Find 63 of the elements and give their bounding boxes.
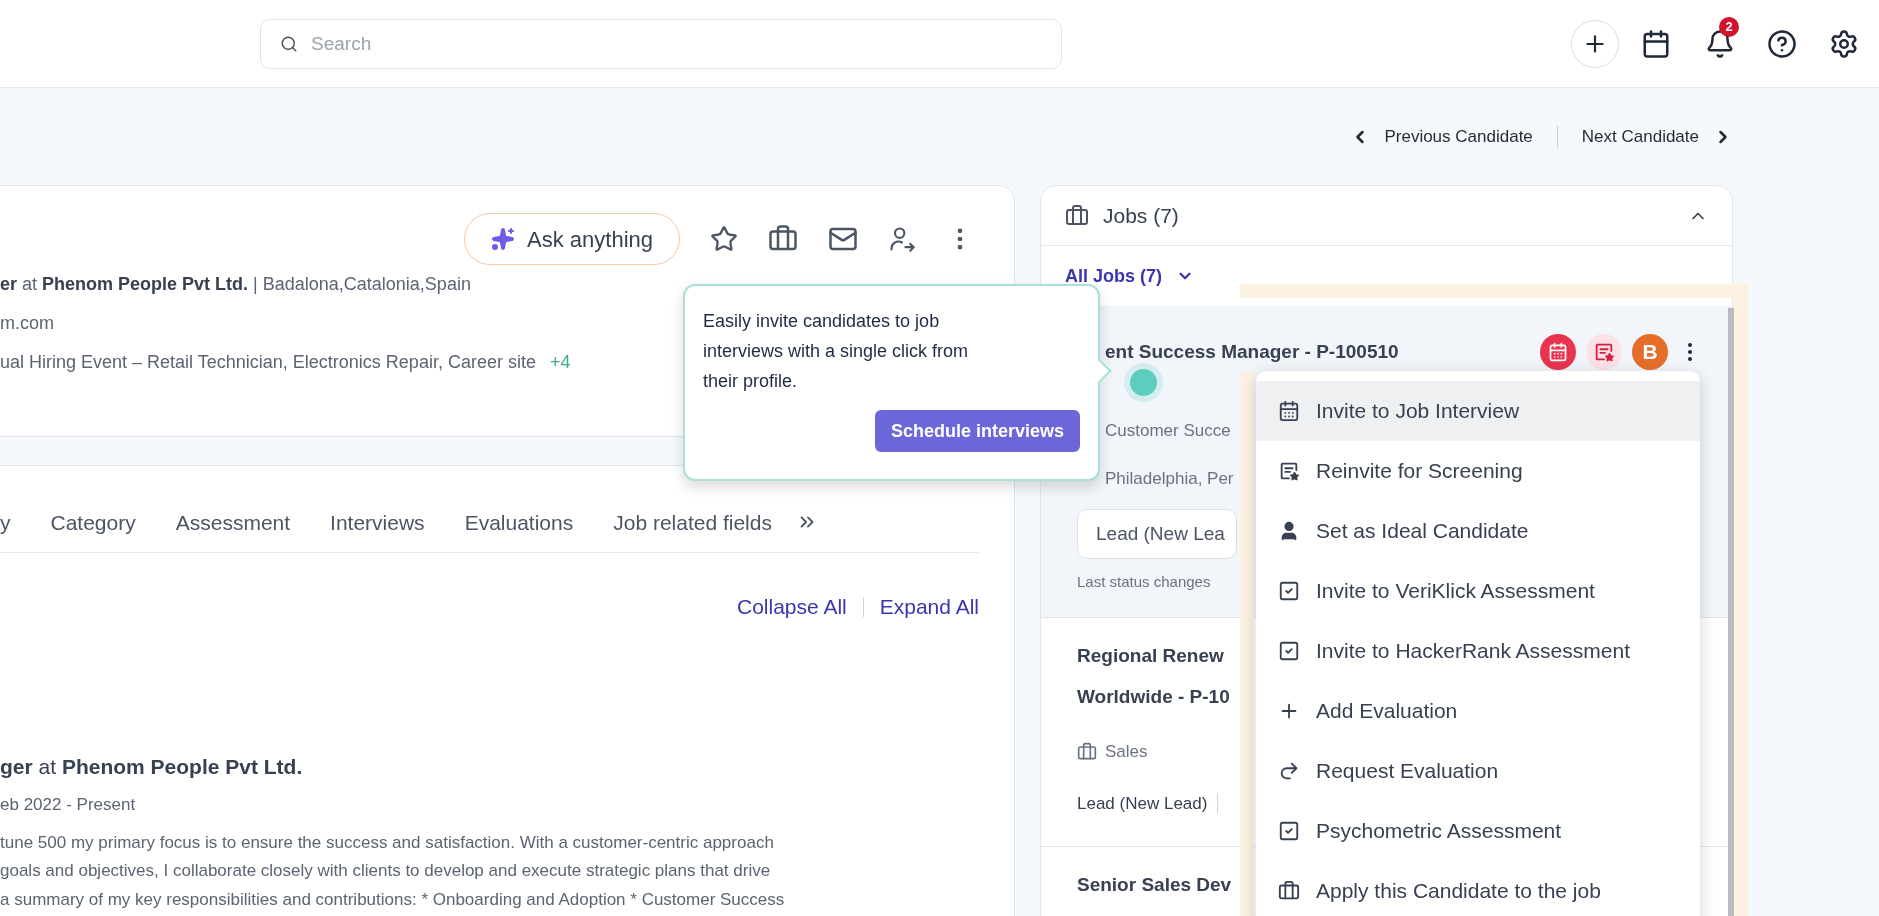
job-department: Sales (1105, 741, 1148, 763)
job-title: Regional Renew (1077, 644, 1224, 668)
checkbox-icon (1278, 640, 1300, 662)
menu-item[interactable]: Set as Ideal Candidate (1256, 501, 1700, 561)
job-status: Lead (New Lead) (1077, 792, 1208, 815)
tab[interactable]: Category (50, 506, 136, 538)
menu-item[interactable]: Reinvite for Screening (1256, 441, 1700, 501)
description-line: goals and objectives, I collaborate closely with clients to develop and execute strategic plans that drive (0, 860, 772, 882)
menu-item[interactable]: Invite to VeriKlick Assessment (1256, 561, 1700, 621)
menu-item[interactable]: Invite to Job Interview (1256, 381, 1700, 441)
briefcase-icon (1065, 203, 1089, 228)
job-location: Philadelphia, Per (1105, 467, 1234, 490)
schedule-interviews-button[interactable]: Schedule interviews (874, 410, 1080, 452)
jobs-title: Jobs (7) (1103, 202, 1179, 229)
help-icon[interactable] (1767, 28, 1797, 59)
menu-item[interactable]: Invite to HackerRank Assessment (1256, 621, 1700, 681)
calendar-icon[interactable] (1641, 28, 1671, 59)
tab[interactable]: y (0, 506, 11, 538)
tab[interactable]: Job related fields (613, 506, 772, 538)
briefcase-icon (1278, 880, 1300, 902)
description-line: a summary of my key responsibilities and contributions: * Onboarding and Adoption * Customer Success (0, 888, 786, 911)
all-jobs-filter[interactable]: All Jobs (7) (1065, 262, 1194, 290)
checkbox-icon (1278, 820, 1300, 842)
settings-icon[interactable] (1829, 28, 1859, 59)
menu-item[interactable]: Add Evaluation (1256, 681, 1700, 741)
profile-email: m.com (0, 312, 54, 335)
job-title: Worldwide - P-10 (1077, 684, 1230, 709)
more-sources-count: +4 (549, 351, 571, 374)
profile-sources: ual Hiring Event – Retail Technician, Electronics Repair, Career site (0, 351, 536, 374)
job-title: Senior Sales Dev (1077, 873, 1232, 897)
tooltip-text: Easily invite candidates to job interviews with a single click from their profile. (703, 310, 970, 393)
description-line: tune 500 my primary focus is to ensure the success and satisfaction. With a customer-centric approach (0, 831, 775, 854)
menu-item[interactable]: Request Evaluation (1256, 741, 1700, 801)
user-arrow-icon[interactable] (888, 225, 916, 253)
star-icon[interactable] (710, 225, 738, 253)
expand-all-link[interactable]: Expand All (879, 591, 979, 623)
note-star-icon (1278, 460, 1300, 482)
search-field[interactable]: Search (260, 18, 1062, 69)
notification-badge: 2 (1719, 16, 1739, 37)
experience-dates: eb 2022 - Present (0, 794, 137, 816)
briefcase-icon (1077, 741, 1097, 762)
previous-candidate-link[interactable]: Previous Candidate (1350, 123, 1533, 150)
job-title: ent Success Manager - P-100510 (1105, 339, 1399, 364)
sparkle-icon (491, 227, 516, 251)
last-status-text: Last status changes (1077, 572, 1211, 592)
experience-title: ger at Phenom People Pvt Ltd. (0, 753, 304, 780)
menu-item[interactable]: Apply this Candidate to the job (1256, 861, 1700, 916)
calendar-icon (1548, 342, 1568, 362)
checkbox-icon (1278, 580, 1300, 602)
collapse-all-link[interactable]: Collapse All (737, 591, 847, 623)
search-icon (280, 34, 298, 53)
tab[interactable]: Evaluations (464, 506, 574, 538)
redo-arrow-icon (1278, 760, 1300, 782)
tab[interactable]: Interviews (330, 506, 425, 538)
calendar-icon (1278, 400, 1300, 422)
note-star-icon (1593, 341, 1615, 363)
tab[interactable]: Assessment (175, 506, 291, 538)
avatar: B (1632, 334, 1668, 370)
profile-headline: er at Phenom People Pvt Ltd. | Badalona,Catalonia,Spain (0, 273, 471, 296)
job-department: Customer Succe (1105, 420, 1231, 442)
menu-item[interactable]: Psychometric Assessment (1256, 801, 1700, 861)
status-field[interactable]: Lead (New Lea (1077, 509, 1237, 559)
next-candidate-link[interactable]: Next Candidate (1581, 123, 1733, 150)
